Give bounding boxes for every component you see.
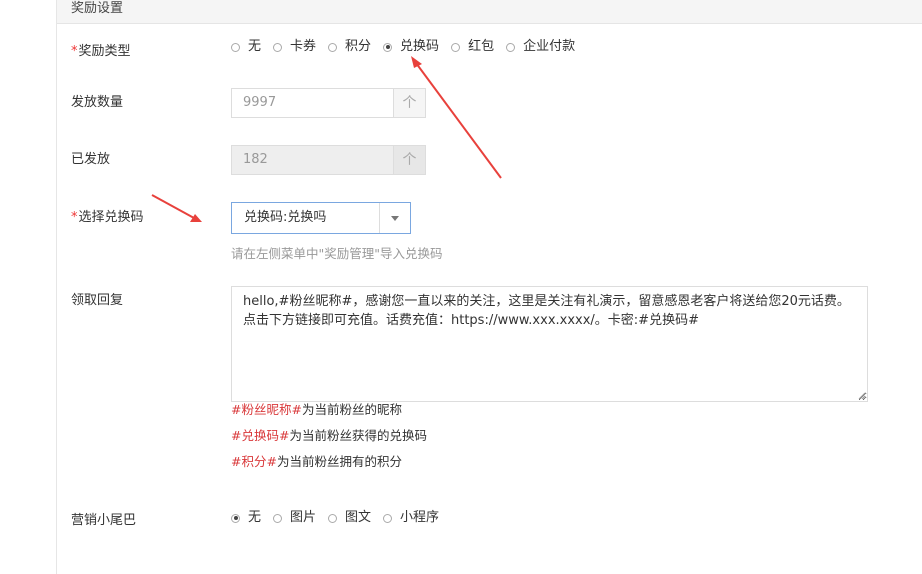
radio-label: 兑换码	[400, 39, 440, 54]
redeem-code-hint: 请在左侧菜单中"奖励管理"导入兑换码	[231, 246, 443, 261]
issued-field: 182 个	[231, 145, 426, 175]
variable-desc: 为当前粉丝拥有的积分	[276, 454, 402, 469]
radio-button[interactable]	[328, 42, 338, 52]
marketing-tail-option[interactable]: 小程序	[383, 510, 439, 526]
radio-label: 小程序	[400, 510, 440, 525]
radio-label: 无	[248, 510, 262, 525]
reward-type-option[interactable]: 红包	[451, 39, 494, 55]
issue-quantity-field[interactable]: 9997 个	[231, 88, 426, 118]
radio-button[interactable]	[273, 42, 283, 52]
quantity-unit-icon[interactable]: 个	[393, 89, 425, 117]
radio-button[interactable]	[328, 513, 338, 523]
issue-quantity-value[interactable]: 9997	[232, 89, 393, 117]
section-header: 奖励设置	[57, 0, 922, 24]
radio-label: 图片	[290, 510, 317, 525]
reply-textarea[interactable]: hello,#粉丝昵称#，感谢您一直以来的关注，这里是关注有礼演示，留意感恩老客…	[231, 286, 868, 402]
marketing-tail-option[interactable]: 图文	[328, 510, 371, 526]
arrowhead-icon	[190, 214, 202, 222]
marketing-tail-label: 营销小尾巴	[71, 513, 137, 528]
redeem-code-select[interactable]: 兑换码:兑换吗	[231, 202, 411, 234]
reward-type-label: *奖励类型	[71, 43, 131, 61]
radio-button[interactable]	[231, 42, 240, 52]
radio-button[interactable]	[506, 42, 516, 52]
section-title: 奖励设置	[71, 1, 124, 16]
arrow-to-redeem-option	[415, 62, 502, 179]
resize-grip-icon[interactable]	[857, 391, 866, 400]
variable-desc: 为当前粉丝的昵称	[301, 402, 402, 417]
radio-button[interactable]	[383, 513, 393, 523]
radio-button[interactable]	[273, 513, 283, 523]
radio-label: 图文	[345, 510, 372, 525]
variable-tag: #积分#	[231, 454, 277, 469]
issued-value: 182	[243, 152, 268, 167]
reward-type-option[interactable]: 企业付款	[506, 39, 575, 55]
marketing-tail-option[interactable]: 图片	[273, 510, 316, 526]
arrowhead-icon	[411, 56, 422, 68]
radio-button[interactable]	[231, 513, 240, 523]
variable-desc: 为当前粉丝获得的兑换码	[289, 428, 427, 443]
left-divider	[56, 0, 57, 574]
radio-button[interactable]	[383, 42, 393, 52]
variable-note-nickname: #粉丝昵称#为当前粉丝的昵称	[231, 402, 402, 418]
reward-type-option[interactable]: 无	[231, 39, 261, 55]
reward-type-option[interactable]: 积分	[328, 39, 371, 55]
reward-type-label-text: 奖励类型	[78, 44, 131, 59]
reward-type-option[interactable]: 兑换码	[383, 39, 439, 55]
reply-label: 领取回复	[71, 293, 124, 308]
radio-label: 红包	[468, 39, 495, 54]
required-mark: *	[71, 44, 78, 59]
variable-note-code: #兑换码#为当前粉丝获得的兑换码	[231, 428, 427, 444]
chevron-down-icon[interactable]	[379, 203, 410, 233]
required-mark: *	[71, 210, 78, 225]
reward-type-option[interactable]: 卡券	[273, 39, 316, 55]
issue-quantity-label: 发放数量	[71, 95, 124, 110]
radio-button[interactable]	[451, 42, 461, 52]
marketing-tail-option[interactable]: 无	[231, 510, 261, 526]
radio-label: 企业付款	[523, 39, 576, 54]
variable-note-points: #积分#为当前粉丝拥有的积分	[231, 454, 402, 470]
arrow-to-redeem-select	[151, 194, 195, 219]
radio-label: 卡券	[290, 39, 317, 54]
redeem-code-selected-value[interactable]: 兑换码:兑换吗	[232, 203, 379, 233]
issued-label: 已发放	[71, 152, 111, 167]
marketing-tail-radio-group: 无 图片 图文 小程序	[231, 510, 451, 526]
redeem-code-label-text: 选择兑换码	[78, 210, 144, 225]
radio-label: 积分	[345, 39, 372, 54]
issued-unit-icon: 个	[393, 146, 425, 174]
variable-tag: #粉丝昵称#	[231, 402, 302, 417]
redeem-code-label: *选择兑换码	[71, 209, 144, 227]
variable-tag: #兑换码#	[231, 428, 290, 443]
reward-type-radio-group: 无 卡券 积分 兑换码 红包 企业付款	[231, 39, 587, 55]
radio-label: 无	[248, 39, 262, 54]
